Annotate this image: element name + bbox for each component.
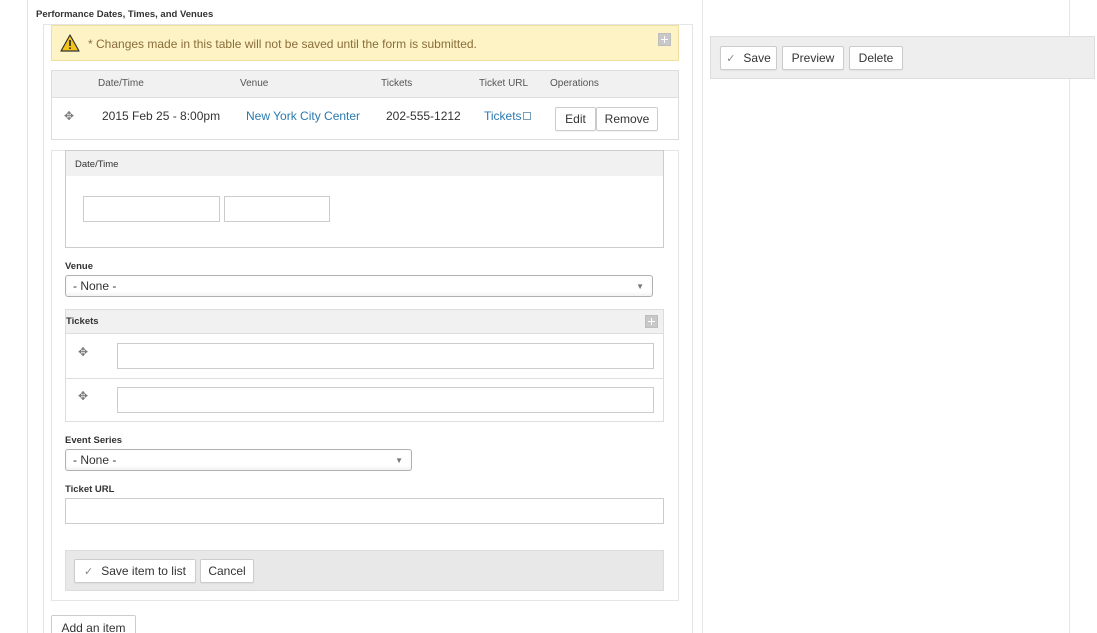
drag-handle-icon[interactable]: ✥ [77, 390, 89, 402]
unsaved-changes-warning: * Changes made in this table will not be… [51, 25, 679, 61]
event-series-label: Event Series [65, 435, 123, 446]
ticket-input-1[interactable] [117, 343, 654, 369]
edit-button[interactable]: Edit [555, 107, 596, 131]
row-datetime: 2015 Feb 25 - 8:00pm [102, 109, 221, 123]
expand-icon[interactable] [658, 33, 671, 46]
checkmark-icon: ✓ [84, 565, 94, 578]
save-item-button[interactable]: ✓ Save item to list [74, 559, 196, 583]
ticket-url-label[interactable]: Tickets [484, 109, 522, 123]
venue-selected-value: - None - [73, 279, 117, 293]
delete-button[interactable]: Delete [849, 46, 903, 70]
tickets-fieldset: Tickets ✥ ✥ [65, 309, 664, 422]
datetime-fieldset: Date/Time [65, 150, 664, 248]
row-ticket-url-link[interactable]: Tickets [484, 109, 531, 123]
venue-select[interactable]: - None - ▼ [65, 275, 653, 297]
event-series-selected-value: - None - [73, 453, 117, 467]
external-link-icon [522, 112, 531, 120]
preview-button[interactable]: Preview [782, 46, 844, 70]
time-input[interactable] [224, 196, 330, 222]
column-header-ticket-url: Ticket URL [479, 78, 529, 89]
venue-label: Venue [65, 261, 93, 272]
cancel-button[interactable]: Cancel [200, 559, 254, 583]
save-button[interactable]: ✓ Save [720, 46, 777, 70]
row-venue-link[interactable]: New York City Center [246, 109, 360, 123]
column-header-tickets: Tickets [381, 78, 413, 89]
datetime-fieldset-header: Date/Time [66, 151, 663, 176]
form-actions-panel: ✓ Save Preview Delete [710, 36, 1095, 79]
save-label[interactable]: Save [743, 51, 770, 65]
page-left-border [27, 0, 28, 633]
ticket-url-label: Ticket URL [65, 484, 115, 495]
row-divider [66, 378, 663, 379]
chevron-down-icon: ▼ [636, 282, 644, 291]
column-header-datetime: Date/Time [98, 78, 144, 89]
form-actions: ✓ Save item to list Cancel [65, 550, 664, 591]
datetime-label: Date/Time [75, 159, 119, 170]
column-header-venue: Venue [240, 78, 269, 89]
save-item-label[interactable]: Save item to list [101, 564, 186, 578]
event-series-select[interactable]: - None - ▼ [65, 449, 412, 471]
warning-icon [60, 34, 80, 52]
remove-button[interactable]: Remove [596, 107, 658, 131]
tickets-header: Tickets [66, 310, 663, 334]
ticket-url-input[interactable] [65, 498, 664, 524]
drag-handle-icon[interactable]: ✥ [63, 110, 75, 122]
row-tickets: 202-555-1212 [386, 109, 461, 123]
checkmark-icon: ✓ [726, 52, 736, 65]
column-divider [702, 0, 703, 633]
add-ticket-icon[interactable] [645, 315, 658, 328]
warning-text: * Changes made in this table will not be… [88, 37, 477, 51]
ticket-input-2[interactable] [117, 387, 654, 413]
chevron-down-icon: ▼ [395, 456, 403, 465]
performances-table: Date/Time Venue Tickets Ticket URL Opera… [51, 70, 679, 140]
section-title: Performance Dates, Times, and Venues [36, 9, 214, 20]
column-header-operations: Operations [550, 78, 599, 89]
tickets-label: Tickets [66, 316, 99, 327]
column-divider-right [1069, 0, 1070, 633]
date-input[interactable] [83, 196, 220, 222]
drag-handle-icon[interactable]: ✥ [77, 346, 89, 358]
table-header: Date/Time Venue Tickets Ticket URL Opera… [52, 71, 678, 98]
add-item-button[interactable]: Add an item [51, 615, 136, 633]
